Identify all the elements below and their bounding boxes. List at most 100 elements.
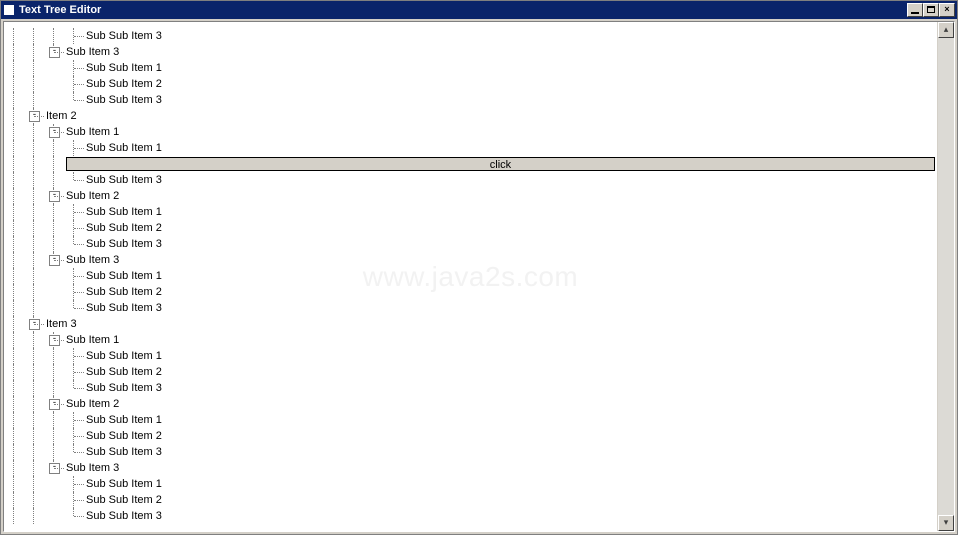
tree-guide-cell: - [44, 252, 64, 268]
tree-guide-cell: - [24, 316, 44, 332]
tree-row[interactable]: Sub Sub Item 3 [4, 92, 937, 108]
collapse-icon[interactable]: - [49, 399, 60, 410]
tree-node-label: Sub Sub Item 1 [84, 62, 162, 74]
tree-row[interactable]: Sub Sub Item 3 [4, 28, 937, 44]
tree-row[interactable]: Sub Sub Item 1 [4, 268, 937, 284]
tree-row[interactable]: -Sub Item 3 [4, 460, 937, 476]
tree-row[interactable]: Sub Sub Item 3 [4, 444, 937, 460]
tree-node-editor[interactable]: click [66, 157, 935, 171]
tree-guide-cell [24, 460, 44, 476]
scroll-up-button[interactable]: ▴ [938, 22, 954, 38]
tree-row[interactable]: Sub Sub Item 2 [4, 428, 937, 444]
tree-row[interactable]: Sub Sub Item 1 [4, 348, 937, 364]
tree-row[interactable]: Sub Sub Item 3 [4, 300, 937, 316]
tree-guide-cell [44, 412, 64, 428]
tree-guide-cell [64, 220, 84, 236]
tree-guide-cell [64, 284, 84, 300]
client-area: www.java2s.com Sub Sub Item 3-Sub Item 3… [3, 21, 955, 532]
close-button[interactable]: × [939, 3, 955, 17]
tree-guide-cell [44, 508, 64, 524]
tree-row[interactable]: Sub Sub Item 3 [4, 172, 937, 188]
tree-guide-cell [4, 252, 24, 268]
tree-guide-cell: - [44, 332, 64, 348]
tree-guide-cell [64, 172, 84, 188]
tree-guide-cell [64, 364, 84, 380]
tree-node-label: Sub Sub Item 2 [84, 430, 162, 442]
tree-row[interactable]: Sub Sub Item 2 [4, 284, 937, 300]
tree-guide-cell [24, 364, 44, 380]
tree-guide-cell [24, 380, 44, 396]
tree-guide-cell [44, 476, 64, 492]
tree-guide-cell [24, 428, 44, 444]
tree-row[interactable]: Sub Sub Item 2 [4, 364, 937, 380]
tree-node-label: Sub Sub Item 3 [84, 382, 162, 394]
tree-row[interactable]: Sub Sub Item 3 [4, 380, 937, 396]
tree-guide-cell [4, 44, 24, 60]
tree-guide-cell [64, 476, 84, 492]
tree-guide-cell [44, 364, 64, 380]
tree-guide-cell [4, 236, 24, 252]
tree-guide-cell [4, 76, 24, 92]
tree-row[interactable]: -Sub Item 1 [4, 332, 937, 348]
tree-guide-cell [24, 412, 44, 428]
tree-row[interactable]: Sub Sub Item 1 [4, 476, 937, 492]
tree-row[interactable]: -Item 2 [4, 108, 937, 124]
tree-guide-cell [64, 444, 84, 460]
tree-row[interactable]: Sub Sub Item 3 [4, 508, 937, 524]
collapse-icon[interactable]: - [29, 319, 40, 330]
tree-guide-cell [24, 236, 44, 252]
tree-viewport[interactable]: www.java2s.com Sub Sub Item 3-Sub Item 3… [4, 22, 937, 531]
tree-row[interactable]: Sub Sub Item 1 [4, 204, 937, 220]
tree-node-label: Sub Sub Item 1 [84, 414, 162, 426]
tree-guide-cell [64, 76, 84, 92]
maximize-button[interactable] [923, 3, 939, 17]
tree-guide-cell [24, 220, 44, 236]
tree-guide-cell [24, 204, 44, 220]
collapse-icon[interactable]: - [49, 127, 60, 138]
tree-row[interactable]: Sub Sub Item 1 [4, 412, 937, 428]
scroll-down-button[interactable]: ▾ [938, 515, 954, 531]
tree-guide-cell [24, 28, 44, 44]
tree-row[interactable]: Sub Sub Item 3 [4, 236, 937, 252]
tree-guide-cell [4, 172, 24, 188]
tree-guide-cell [64, 492, 84, 508]
tree-row[interactable]: -Sub Item 3 [4, 252, 937, 268]
tree-row[interactable]: -Sub Item 2 [4, 396, 937, 412]
tree-guide-cell [64, 300, 84, 316]
collapse-icon[interactable]: - [29, 111, 40, 122]
collapse-icon[interactable]: - [49, 463, 60, 474]
title-bar[interactable]: Text Tree Editor × [1, 1, 957, 19]
tree-node-label: Sub Sub Item 2 [84, 494, 162, 506]
tree-edit-row: click [4, 156, 937, 172]
tree-node-label: Sub Sub Item 1 [84, 478, 162, 490]
tree-guide-cell [4, 284, 24, 300]
minimize-button[interactable] [907, 3, 923, 17]
tree-node-label: Sub Sub Item 3 [84, 446, 162, 458]
tree-row[interactable]: Sub Sub Item 1 [4, 140, 937, 156]
tree-row[interactable]: Sub Sub Item 1 [4, 60, 937, 76]
tree-guide-cell [64, 428, 84, 444]
tree-row[interactable]: Sub Sub Item 2 [4, 220, 937, 236]
tree-guide-cell [64, 204, 84, 220]
vertical-scrollbar[interactable]: ▴ ▾ [937, 22, 954, 531]
tree-row[interactable]: -Sub Item 2 [4, 188, 937, 204]
tree-row[interactable]: -Sub Item 3 [4, 44, 937, 60]
tree-guide-cell: - [44, 460, 64, 476]
tree-guide-cell [44, 92, 64, 108]
tree-guide-cell [24, 92, 44, 108]
tree-row[interactable]: Sub Sub Item 2 [4, 492, 937, 508]
tree-row[interactable]: Sub Sub Item 2 [4, 76, 937, 92]
collapse-icon[interactable]: - [49, 335, 60, 346]
tree-guide-cell [4, 300, 24, 316]
collapse-icon[interactable]: - [49, 47, 60, 58]
tree-row[interactable]: -Item 3 [4, 316, 937, 332]
collapse-icon[interactable]: - [49, 191, 60, 202]
tree-guide-cell [44, 268, 64, 284]
collapse-icon[interactable]: - [49, 255, 60, 266]
tree-guide-cell [4, 92, 24, 108]
tree-guide-cell [44, 28, 64, 44]
tree-row[interactable]: -Sub Item 1 [4, 124, 937, 140]
window-title: Text Tree Editor [19, 4, 101, 16]
tree-guide-cell [4, 348, 24, 364]
tree-guide-cell: - [44, 396, 64, 412]
